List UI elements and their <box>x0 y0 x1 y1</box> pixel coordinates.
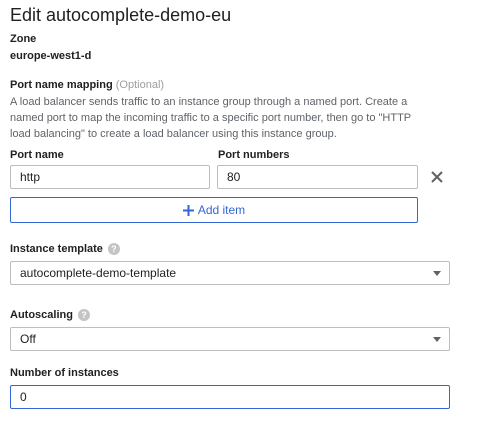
autoscaling-title: Autoscaling <box>10 309 73 321</box>
port-name-value: http <box>20 170 41 184</box>
add-item-label: Add item <box>197 203 246 217</box>
port-numbers-label: Port numbers <box>218 149 290 161</box>
port-name-input[interactable]: http <box>10 165 210 189</box>
number-of-instances-input[interactable]: 0 <box>10 385 450 409</box>
port-name-label: Port name <box>10 149 64 161</box>
port-mapping-description: A load balancer sends traffic to an inst… <box>10 96 411 140</box>
instance-template-title: Instance template <box>10 243 103 255</box>
help-icon[interactable]: ? <box>107 243 120 256</box>
port-mapping-title: Port name mapping <box>10 79 113 91</box>
instance-template-select[interactable]: autocomplete-demo-template <box>10 261 450 285</box>
zone-value: europe-west1-d <box>10 50 92 62</box>
instance-template-value: autocomplete-demo-template <box>20 266 177 280</box>
port-numbers-value: 80 <box>227 170 241 184</box>
help-icon[interactable]: ? <box>77 309 90 322</box>
number-of-instances-label: Number of instances <box>10 367 119 379</box>
autoscaling-label: Autoscaling? <box>10 309 90 322</box>
port-numbers-input[interactable]: 80 <box>217 165 418 189</box>
edit-instance-group-panel: Edit autocomplete-demo-eu Zone europe-we… <box>0 0 487 422</box>
close-icon[interactable] <box>430 170 444 184</box>
caret-down-icon <box>433 271 441 276</box>
add-item-button[interactable]: Add item <box>10 197 418 223</box>
port-mapping-label: Port name mapping (Optional) <box>10 79 164 91</box>
caret-down-icon <box>433 337 441 342</box>
zone-label: Zone <box>10 33 37 45</box>
plus-icon <box>182 204 194 216</box>
instance-template-label: Instance template? <box>10 243 120 256</box>
page-title: Edit autocomplete-demo-eu <box>10 5 232 25</box>
autoscaling-select[interactable]: Off <box>10 327 450 351</box>
autoscaling-value: Off <box>20 332 36 346</box>
optional-tag: (Optional) <box>115 79 165 91</box>
number-of-instances-value: 0 <box>20 390 27 404</box>
